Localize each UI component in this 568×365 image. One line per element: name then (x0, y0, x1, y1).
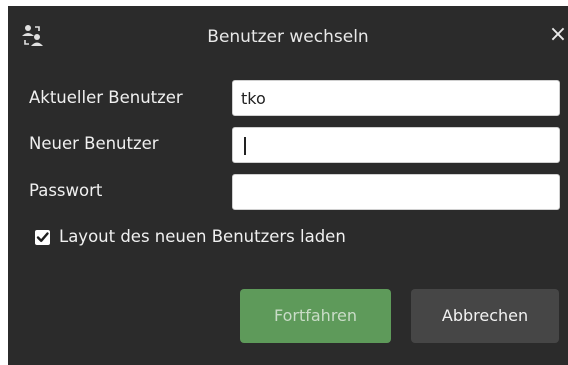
switch-user-dialog: Benutzer wechseln × Aktueller Benutzer N… (8, 6, 568, 365)
password-field[interactable] (232, 174, 560, 210)
new-user-field[interactable] (232, 127, 560, 163)
close-icon[interactable]: × (548, 22, 568, 48)
dialog-title: Benutzer wechseln (207, 27, 369, 47)
password-label: Passwort (29, 181, 103, 200)
current-user-field[interactable] (232, 80, 560, 116)
text-cursor (244, 137, 246, 155)
dialog-titlebar: Benutzer wechseln × (8, 6, 568, 64)
checkmark-icon (36, 232, 49, 242)
load-layout-label[interactable]: Layout des neuen Benutzers laden (59, 227, 346, 246)
current-user-label: Aktueller Benutzer (29, 88, 183, 107)
cancel-button[interactable]: Abbrechen (411, 289, 559, 343)
new-user-label: Neuer Benutzer (29, 134, 159, 153)
load-layout-checkbox[interactable] (35, 230, 50, 245)
continue-button[interactable]: Fortfahren (240, 289, 391, 343)
